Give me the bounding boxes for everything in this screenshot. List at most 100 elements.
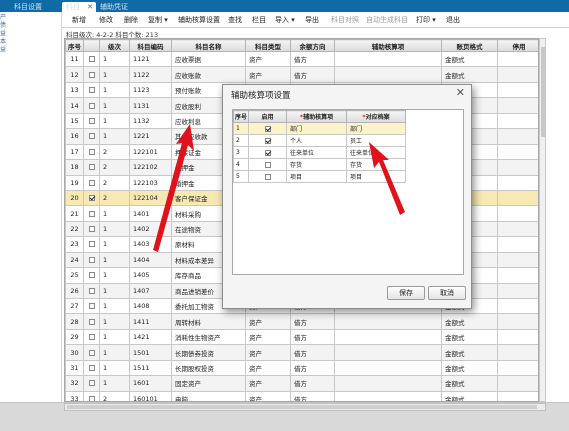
aux-item-row[interactable]: 5 项目 项目 [233,170,406,183]
row-checkbox[interactable] [83,81,100,99]
checkbox[interactable] [88,364,95,371]
direction-cell[interactable]: 借方 [290,390,335,401]
code-cell[interactable]: 1408 [129,297,172,315]
type-cell[interactable]: 资产 [245,344,291,361]
name-cell[interactable]: 固定资产 [171,375,246,392]
account-mapping-button[interactable]: 科目对照 [331,15,359,25]
row-number[interactable]: 12 [65,66,84,83]
direction-cell[interactable]: 借方 [290,375,335,392]
aux-cell[interactable] [334,50,442,68]
row-number[interactable]: 19 [65,174,84,191]
code-cell[interactable]: 1401 [129,205,172,222]
row-checkbox[interactable] [83,297,100,315]
checkbox[interactable] [88,334,95,341]
code-cell[interactable]: 1501 [129,344,172,361]
disabled-cell[interactable] [497,282,538,300]
aux-item-cell[interactable]: 存货 [286,158,347,171]
add-button[interactable]: 新增 [72,15,86,25]
type-cell[interactable]: 资产 [245,359,291,377]
disabled-cell[interactable] [497,236,538,253]
aux-item-cell[interactable]: 项目 [286,170,347,183]
code-cell[interactable]: 1511 [129,359,172,377]
aux-item-cell[interactable]: 往来单位 [286,146,347,159]
find-button[interactable]: 查找 [228,15,242,25]
row-number[interactable]: 21 [65,205,84,222]
tab-accounts[interactable]: 科目 ✕ [62,2,96,12]
code-cell[interactable]: 1121 [129,50,172,68]
code-cell[interactable]: 122101 [129,143,172,161]
close-icon[interactable]: ✕ [456,86,465,99]
code-cell[interactable]: 1421 [129,328,172,346]
name-cell[interactable]: 应收票据 [171,50,246,68]
format-cell[interactable]: 金额式 [441,66,498,83]
name-cell[interactable]: 电脑 [171,390,246,401]
level-cell[interactable]: 1 [99,282,130,300]
level-cell[interactable]: 1 [99,128,130,145]
enable-cell[interactable] [248,122,287,135]
archive-cell[interactable]: 往来单位 [346,146,406,159]
format-cell[interactable]: 金额式 [441,313,498,330]
col-header[interactable]: 余额方向 [290,39,335,52]
disabled-cell[interactable] [497,81,538,99]
level-cell[interactable]: 1 [99,344,130,361]
level-cell[interactable]: 2 [99,390,130,401]
row-number[interactable]: 14 [65,97,84,114]
code-cell[interactable]: 1405 [129,267,172,284]
aux-cell[interactable] [334,375,442,392]
name-cell[interactable]: 长期股权投资 [171,359,246,377]
level-cell[interactable]: 1 [99,81,130,99]
row-number[interactable]: 11 [65,50,84,68]
archive-cell[interactable]: 员工 [346,134,406,147]
enable-cell[interactable] [248,134,287,147]
disabled-cell[interactable] [497,251,538,269]
enable-checkbox[interactable] [264,125,271,132]
level-cell[interactable]: 1 [99,97,130,114]
aux-item-cell[interactable]: 个人 [286,134,347,147]
checkbox[interactable] [88,195,95,202]
table-row[interactable]: 12 1 1122 应收账款 资产 借方 金额式 [65,66,538,83]
level-cell[interactable]: 1 [99,251,130,269]
row-checkbox[interactable] [83,128,100,145]
code-cell[interactable]: 122104 [129,189,172,207]
aux-item-cell[interactable]: 部门 [286,122,347,135]
close-icon[interactable]: ✕ [87,2,93,12]
aux-item-row[interactable]: 1 部门 部门 [233,122,406,135]
aux-item-row[interactable]: 2 个人 员工 [233,134,406,147]
disabled-cell[interactable] [497,297,538,315]
col-header[interactable]: 辅助核算项 [334,39,442,52]
code-cell[interactable]: 1404 [129,251,172,269]
row-number[interactable]: 22 [65,220,84,238]
scroll-thumb[interactable] [541,47,545,137]
name-cell[interactable]: 长期债券投资 [171,344,246,361]
col-header[interactable]: 账页格式 [441,39,498,52]
type-cell[interactable]: 资产 [245,66,291,83]
table-row[interactable]: 28 1 1411 周转材料 资产 借方 金额式 [65,313,538,330]
col-header[interactable]: 科目名称 [171,39,246,52]
archive-cell[interactable]: 项目 [346,170,406,183]
row-number[interactable]: 24 [65,251,84,269]
enable-cell[interactable] [248,158,287,171]
enable-checkbox[interactable] [264,137,271,144]
row-number[interactable]: 18 [65,159,84,176]
disabled-cell[interactable] [497,344,538,361]
col-header[interactable]: 停用 [497,39,538,52]
row-checkbox[interactable] [83,189,100,207]
name-cell[interactable]: 应收账款 [171,66,246,83]
code-cell[interactable]: 1402 [129,220,172,238]
checkbox[interactable] [88,179,95,186]
type-cell[interactable]: 资产 [245,390,291,401]
checkbox[interactable] [88,303,95,310]
export-button[interactable]: 导出 [305,15,319,25]
checkbox[interactable] [88,380,95,387]
code-cell[interactable]: 1132 [129,112,172,130]
code-cell[interactable]: 1123 [129,81,172,99]
code-cell[interactable]: 1122 [129,66,172,83]
row-number[interactable]: 23 [65,236,84,253]
archive-cell[interactable]: 存货 [346,158,406,171]
exit-button[interactable]: 退出 [446,15,460,25]
level-cell[interactable]: 1 [99,236,130,253]
disabled-cell[interactable] [497,66,538,83]
table-row[interactable]: 31 1 1511 长期股权投资 资产 借方 金额式 [65,359,538,377]
row-checkbox[interactable] [83,174,100,191]
row-checkbox[interactable] [83,359,100,377]
